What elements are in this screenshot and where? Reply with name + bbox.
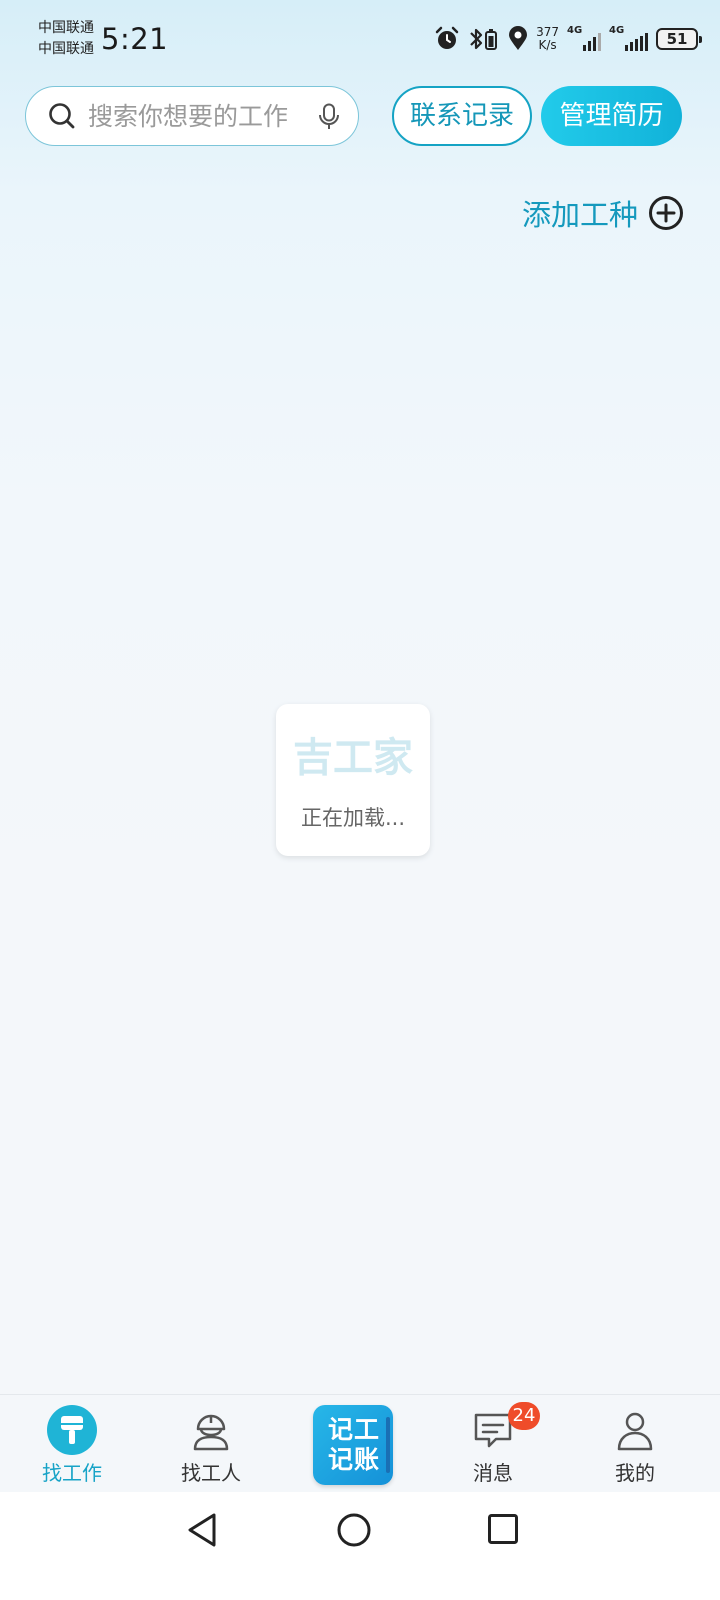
system-navigation-bar (0, 1492, 720, 1600)
ledger-line-2: 记账 (327, 1445, 380, 1474)
tab-mine-label: 我的 (615, 1461, 655, 1485)
paint-brush-icon (47, 1405, 97, 1455)
ledger-label: 记工 记账 (323, 1415, 385, 1475)
loading-message: 正在加载... (300, 806, 406, 830)
tab-mine[interactable]: 我的 (563, 1395, 707, 1493)
location-icon (509, 26, 528, 50)
app-logo: 吉工家 (293, 735, 413, 781)
search-placeholder: 搜索你想要的工作 (88, 102, 289, 131)
tab-messages[interactable]: 消息 (421, 1395, 565, 1493)
person-icon (617, 1412, 653, 1451)
signal-icon-1: 4G (567, 25, 601, 51)
microphone-icon[interactable] (318, 103, 340, 131)
carrier-info: 中国联通 中国联通 (38, 18, 94, 60)
search-icon (49, 103, 75, 129)
net-speed-unit: K/s (538, 38, 557, 52)
back-icon[interactable] (186, 1512, 218, 1548)
carrier-1-label: 中国联通 (38, 20, 94, 36)
carrier-2-label: 中国联通 (38, 41, 94, 57)
tab-find-worker[interactable]: 找工人 (139, 1395, 283, 1493)
recents-icon[interactable] (487, 1513, 519, 1545)
alarm-icon (435, 26, 459, 49)
status-time: 5:21 (101, 22, 169, 56)
home-icon[interactable] (336, 1512, 372, 1548)
tab-find-work[interactable]: 找工作 (0, 1395, 144, 1493)
worker-helmet-icon (193, 1414, 229, 1451)
tab-ledger-button[interactable]: 记工 记账 (313, 1405, 393, 1485)
ledger-line-1: 记工 (327, 1415, 380, 1444)
add-trade-button[interactable]: 添加工种 (522, 193, 684, 233)
contact-history-button[interactable]: 联系记录 (392, 86, 532, 146)
battery-level: 51 (666, 30, 688, 48)
signal-icon-2: 4G (609, 25, 648, 51)
manage-resume-button[interactable]: 管理简历 (541, 86, 682, 146)
add-trade-label: 添加工种 (521, 198, 638, 232)
status-icons: 377 K/s 4G 4G 51 (426, 22, 702, 56)
bottom-tab-bar: 找工作 找工人 记工 记账 消息 我的 (0, 1394, 720, 1493)
tab-find-work-label: 找工作 (42, 1461, 102, 1485)
search-input[interactable]: 搜索你想要的工作 (25, 86, 359, 146)
tab-find-worker-label: 找工人 (181, 1461, 241, 1485)
tab-messages-label: 消息 (473, 1461, 513, 1485)
network-type-2: 4G (609, 25, 625, 36)
loading-toast: 吉工家 正在加载... (276, 704, 430, 856)
status-bar: 中国联通 中国联通 5:21 377 K/s 4G 4G 51 (0, 0, 720, 76)
plus-circle-icon (649, 196, 683, 230)
messages-badge: 24 (508, 1402, 540, 1430)
network-speed: 377 K/s (536, 26, 559, 52)
network-type-1: 4G (567, 25, 583, 36)
battery-icon: 51 (656, 28, 702, 50)
bluetooth-battery-icon (470, 28, 498, 50)
